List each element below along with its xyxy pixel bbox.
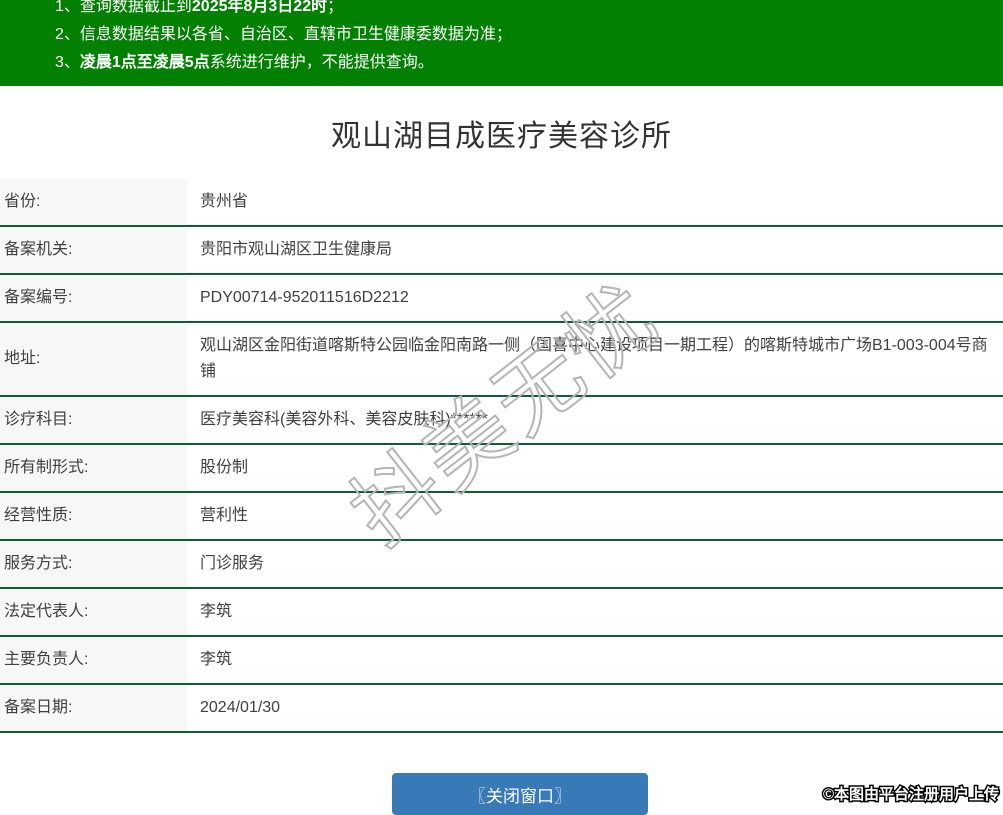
field-label-address: 地址: <box>0 322 187 397</box>
row-province: 省份: 贵州省 <box>0 179 1003 227</box>
page-title: 观山湖目成医疗美容诊所 <box>331 119 672 153</box>
field-value-province: 贵州省 <box>187 179 1003 227</box>
field-value-ownership-type: 股份制 <box>187 444 1003 493</box>
row-filing-authority: 备案机关: 贵阳市观山湖区卫生健康局 <box>0 226 1003 275</box>
field-value-principal: 李筑 <box>187 636 1003 685</box>
field-label-filing-number: 备案编号: <box>0 274 187 323</box>
field-value-service-mode: 门诊服务 <box>187 540 1003 589</box>
row-filing-date: 备案日期: 2024/01/30 <box>0 684 1003 733</box>
row-ownership-type: 所有制形式: 股份制 <box>0 444 1003 493</box>
title-area: 观山湖目成医疗美容诊所 <box>0 86 1003 179</box>
notice-1-text: 1、查询数据截止到 <box>55 0 192 15</box>
field-label-ownership-type: 所有制形式: <box>0 444 187 493</box>
row-operation-nature: 经营性质: 营利性 <box>0 492 1003 541</box>
notice-line-3: 3、凌晨1点至凌晨5点系统进行维护，不能提供查询。 <box>55 49 1003 77</box>
notice-1-tail: ； <box>327 0 344 15</box>
row-filing-number: 备案编号: PDY00714-952011516D2212 <box>0 274 1003 323</box>
row-service-mode: 服务方式: 门诊服务 <box>0 540 1003 589</box>
row-legal-representative: 法定代表人: 李筑 <box>0 588 1003 637</box>
row-clinical-subjects: 诊疗科目: 医疗美容科(美容外科、美容皮肤科)****** <box>0 396 1003 445</box>
notice-3-text: 3、 <box>55 54 80 71</box>
row-principal: 主要负责人: 李筑 <box>0 636 1003 685</box>
notice-3-bold: 凌晨1点至凌晨5点 <box>79 54 210 71</box>
field-label-legal-representative: 法定代表人: <box>0 588 187 637</box>
field-value-operation-nature: 营利性 <box>187 492 1003 541</box>
record-table: 省份: 贵州省 备案机关: 贵阳市观山湖区卫生健康局 备案编号: PDY0071… <box>0 179 1003 733</box>
field-label-province: 省份: <box>0 179 187 227</box>
field-value-address: 观山湖区金阳街道喀斯特公园临金阳南路一侧（国喜中心建设项目一期工程）的喀斯特城市… <box>187 322 1003 397</box>
field-value-filing-number: PDY00714-952011516D2212 <box>187 274 1003 323</box>
notice-1-bold: 2025年8月3日22时 <box>191 0 328 15</box>
notice-banner: 1、查询数据截止到2025年8月3日22时； 2、信息数据结果以各省、自治区、直… <box>0 0 1003 86</box>
notice-line-2: 2、信息数据结果以各省、自治区、直辖市卫生健康委数据为准； <box>55 21 1003 49</box>
field-label-filing-authority: 备案机关: <box>0 226 187 275</box>
row-address: 地址: 观山湖区金阳街道喀斯特公园临金阳南路一侧（国喜中心建设项目一期工程）的喀… <box>0 322 1003 397</box>
notice-2-text: 2、信息数据结果以各省、自治区、直辖市卫生健康委数据为准； <box>55 26 512 43</box>
field-value-filing-date: 2024/01/30 <box>187 684 1003 733</box>
field-label-service-mode: 服务方式: <box>0 540 187 589</box>
field-label-principal: 主要负责人: <box>0 636 187 685</box>
notice-line-1: 1、查询数据截止到2025年8月3日22时； <box>55 0 1003 21</box>
notice-3-tail: 系统进行维护，不能提供查询。 <box>209 54 434 71</box>
field-label-clinical-subjects: 诊疗科目: <box>0 396 187 445</box>
field-value-legal-representative: 李筑 <box>187 588 1003 637</box>
field-label-filing-date: 备案日期: <box>0 684 187 733</box>
field-label-operation-nature: 经营性质: <box>0 492 187 541</box>
credit-watermark: ©本图由平台注册用户上传 <box>821 785 1000 805</box>
field-value-filing-authority: 贵阳市观山湖区卫生健康局 <box>187 226 1003 275</box>
close-window-button[interactable]: 〖关闭窗口〗 <box>392 773 648 815</box>
field-value-clinical-subjects: 医疗美容科(美容外科、美容皮肤科)****** <box>187 396 1003 445</box>
page: { "banner": { "notices": [ { "pre": "1、查… <box>0 0 1003 815</box>
